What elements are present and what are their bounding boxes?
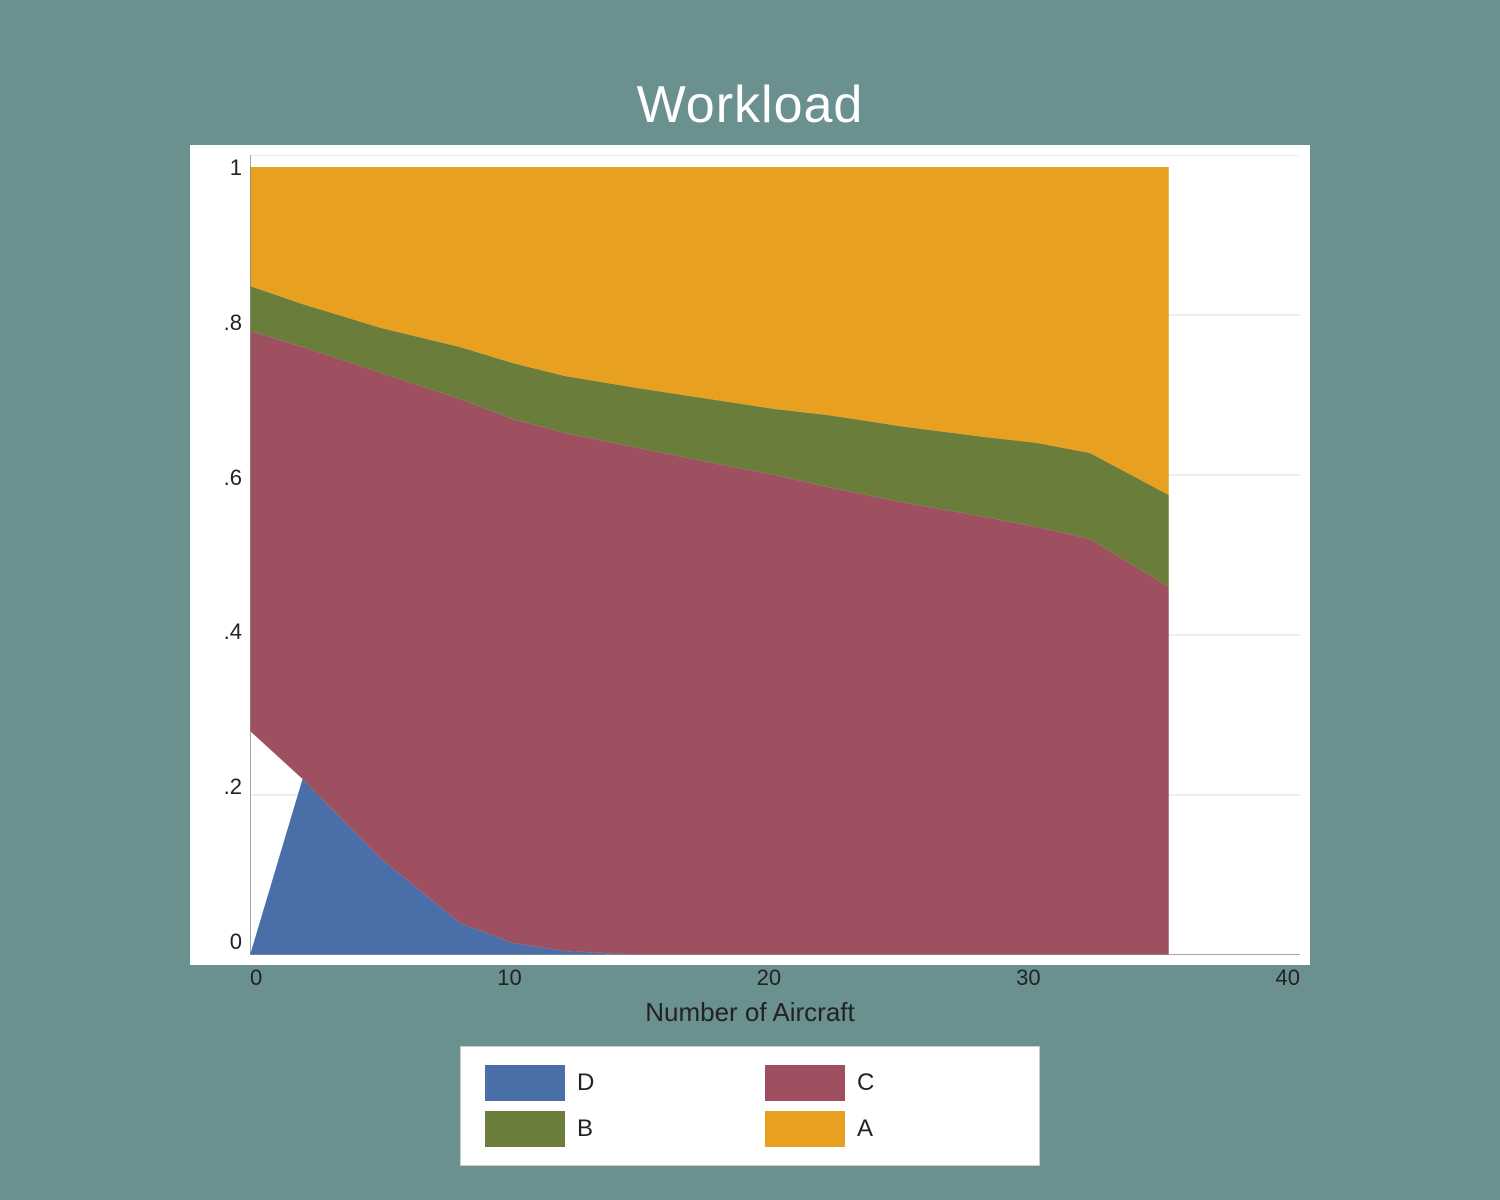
legend-item-B: B <box>485 1111 735 1147</box>
y-tick-06: .6 <box>224 465 242 491</box>
legend-label-C: C <box>857 1069 874 1097</box>
legend-label-A: A <box>857 1115 873 1143</box>
y-tick-1: 1 <box>230 155 242 181</box>
legend-box-B <box>485 1111 565 1147</box>
legend-box-C <box>765 1065 845 1101</box>
legend: D C B A <box>460 1046 1040 1166</box>
chart-container: Workload 1 .8 .6 .4 .2 0 <box>140 75 1360 1125</box>
x-tick-30: 30 <box>1016 965 1040 991</box>
y-tick-02: .2 <box>224 774 242 800</box>
legend-label-D: D <box>577 1069 594 1097</box>
y-tick-04: .4 <box>224 619 242 645</box>
x-axis-ticks: 0 10 20 30 40 <box>190 965 1310 991</box>
chart-svg <box>250 155 1300 955</box>
y-tick-08: .8 <box>224 310 242 336</box>
y-tick-0: 0 <box>230 929 242 955</box>
x-tick-10: 10 <box>497 965 521 991</box>
legend-item-A: A <box>765 1111 1015 1147</box>
y-axis: 1 .8 .6 .4 .2 0 <box>190 145 250 965</box>
legend-box-D <box>485 1065 565 1101</box>
plot-area <box>250 145 1310 965</box>
x-tick-40: 40 <box>1276 965 1300 991</box>
chart-area: 1 .8 .6 .4 .2 0 <box>190 145 1310 965</box>
legend-item-C: C <box>765 1065 1015 1101</box>
legend-box-A <box>765 1111 845 1147</box>
x-tick-0: 0 <box>250 965 262 991</box>
x-axis-label: Number of Aircraft <box>645 997 855 1028</box>
chart-title: Workload <box>637 75 864 135</box>
legend-item-D: D <box>485 1065 735 1101</box>
legend-label-B: B <box>577 1115 593 1143</box>
x-axis-container: 0 10 20 30 40 Number of Aircraft <box>190 965 1310 1028</box>
x-tick-20: 20 <box>757 965 781 991</box>
